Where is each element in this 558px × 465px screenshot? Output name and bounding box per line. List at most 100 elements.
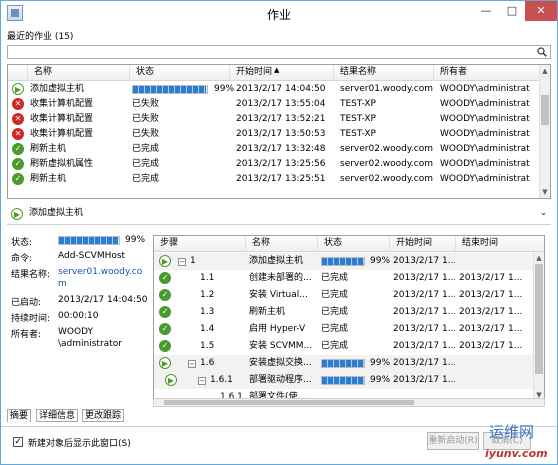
cell-step: 1 [190, 256, 196, 266]
cell-step-end: 2013/2/17 1... [459, 273, 523, 283]
jobs-grid[interactable]: 名称 状态 开始时间 ▲ 结果名称 所有者 ▶ 添加虚拟主机 99% 2013/2/1… [7, 64, 551, 199]
column-header-result-name[interactable]: 结果名称 [334, 65, 434, 81]
show-window-checkbox-label[interactable]: 新建对象后显示此窗口(S) [28, 436, 131, 449]
prop-started-label: 已启动: [11, 298, 42, 308]
cell-step-start: 2013/2/17 1... [393, 290, 455, 300]
cell-status: 已完成 [132, 159, 160, 169]
scroll-thumb[interactable] [164, 400, 414, 405]
close-button[interactable]: ✕ [525, 1, 557, 21]
collapse-icon[interactable]: − [188, 360, 196, 368]
scroll-up-icon[interactable]: ▲ [534, 253, 544, 263]
search-input[interactable] [7, 45, 551, 59]
column-header-step-start[interactable]: 开始时间 [390, 236, 456, 252]
cell-status: 已失败 [132, 129, 160, 139]
table-row[interactable]: ✕ 收集计算机配置 已失败 2013/2/17 13:50:53 TEST-XP WOOD… [8, 127, 541, 142]
table-row[interactable]: ✕ 收集计算机配置 已失败 2013/2/17 13:55:04 TEST-XP WOOD… [8, 97, 541, 112]
collapse-icon[interactable]: − [178, 258, 186, 266]
collapse-chevron-icon[interactable]: ⌄ [540, 204, 547, 222]
cell-name: 添加虚拟主机 [30, 84, 85, 94]
cell-start: 2013/2/17 13:50:53 [236, 129, 326, 139]
column-header-step-end[interactable]: 结束时间 [456, 236, 544, 252]
step-progress-fill [322, 377, 364, 384]
prop-started-value: 2013/2/17 14:04:50 [58, 295, 148, 305]
cell-owner: WOODY\administrat [440, 174, 530, 184]
cell-step-status: 已完成 [321, 273, 349, 283]
cell-step-name: 安装虚拟交换... [249, 358, 312, 368]
icon-column-header[interactable] [8, 65, 28, 81]
recent-jobs-title: 最近的作业 (15) [7, 32, 74, 42]
watermark-line1: 运维网 [489, 423, 535, 441]
cell-step-status: 已完成 [321, 341, 349, 351]
table-row[interactable]: ✓ 刷新主机 已完成 2013/2/17 13:32:48 server02.woody… [8, 142, 541, 157]
scroll-up-icon[interactable]: ▲ [540, 66, 550, 76]
result-link[interactable]: server01.woody.co [58, 267, 142, 277]
table-row[interactable]: ✓ 刷新虚拟机属性 已完成 2013/2/17 13:25:56 server02.wo… [8, 157, 541, 172]
minimize-button[interactable]: — [473, 1, 499, 21]
table-row[interactable] [8, 187, 541, 196]
column-header-step-status[interactable]: 状态 [318, 236, 390, 252]
scroll-down-icon[interactable]: ▼ [540, 187, 550, 197]
column-header-step-name[interactable]: 名称 [246, 236, 318, 252]
step-row[interactable]: ✓ 1.1 创建未部署的... 已完成 2013/2/17 1... 2013/2/17 … [154, 270, 535, 287]
cell-step-name: 启用 Hyper-V [249, 324, 306, 334]
result-link-cont[interactable]: m [58, 279, 67, 289]
watermark-logo: 运维网 iyunv.com [463, 421, 557, 465]
tab-change-tracking[interactable]: 更改跟踪 [82, 409, 125, 422]
cell-step-end: 2013/2/17 1... [459, 290, 523, 300]
job-progress-fill [133, 86, 207, 93]
job-progress-bar [132, 85, 208, 94]
show-window-checkbox[interactable]: ✓ [13, 437, 23, 447]
search-icon[interactable] [537, 47, 547, 57]
cell-step-start: 2013/2/17 1... [393, 341, 455, 351]
success-icon: ✓ [159, 289, 171, 301]
cell-name: 收集计算机配置 [30, 114, 94, 124]
cell-start: 2013/2/17 13:32:48 [236, 144, 326, 154]
steps-grid[interactable]: 步骤 名称 状态 开始时间 结束时间 ▶ −1 添加虚拟主机 99% 2013/2/17… [153, 235, 545, 402]
step-row[interactable]: ✓ 1.4 启用 Hyper-V 已完成 2013/2/17 1... 2013/2/17… [154, 321, 535, 338]
cell-start: 2013/2/17 13:25:51 [236, 174, 326, 184]
cell-step-status: 99% [370, 358, 391, 368]
cell-step-status: 99% [370, 256, 391, 266]
error-icon: ✕ [12, 98, 24, 110]
cell-step-name: 安装 SCVMM... [249, 341, 313, 351]
column-header-owner[interactable]: 所有者 [434, 65, 550, 81]
cell-step: 1.6.1 [210, 375, 233, 385]
cell-step-status: 已完成 [321, 290, 349, 300]
steps-horizontal-scrollbar[interactable] [153, 398, 545, 407]
step-row[interactable]: ✓ 1.5 安装 SCVMM... 已完成 2013/2/17 1... 2013/2/1… [154, 338, 535, 355]
column-header-start-time[interactable]: 开始时间 ▲ [230, 65, 334, 81]
table-row[interactable]: ✕ 收集计算机配置 已失败 2013/2/17 13:52:21 TEST-XP WOOD… [8, 112, 541, 127]
step-progress-fill [322, 258, 364, 265]
prop-status-value: 99% [125, 235, 146, 245]
column-header-name[interactable]: 名称 [28, 65, 130, 81]
tab-summary[interactable]: 摘要 [7, 409, 32, 422]
step-progress-bar [321, 359, 365, 368]
scroll-thumb[interactable] [541, 95, 549, 125]
table-row[interactable]: ▶ 添加虚拟主机 99% 2013/2/17 14:04:50 server01.woo… [8, 82, 541, 97]
cell-step: 1.1 [200, 273, 215, 283]
column-header-step[interactable]: 步骤 [154, 236, 246, 252]
step-row[interactable]: ✓ 1.3 刷新主机 已完成 2013/2/17 1... 2013/2/17 1... [154, 304, 535, 321]
success-icon: ✓ [159, 272, 171, 284]
step-row[interactable]: ▶ −1.6.1 部署驱动程序... 99% 2013/2/17 1... [154, 372, 535, 389]
cell-status: 已失败 [132, 114, 160, 124]
column-header-status[interactable]: 状态 [130, 65, 230, 81]
steps-scrollbar[interactable]: ▲ ▼ [533, 252, 544, 401]
tab-details[interactable]: 详细信息 [36, 409, 79, 422]
collapse-icon[interactable]: − [198, 377, 206, 385]
maximize-button[interactable]: □ [499, 1, 525, 21]
cell-step-end: 2013/2/17 1... [459, 341, 523, 351]
step-row[interactable]: ▶ −1.6 安装虚拟交换... 99% 2013/2/17 1... [154, 355, 535, 372]
cell-result: TEST-XP [340, 129, 376, 139]
step-row[interactable]: ✓ 1.2 安装 Virtual... 已完成 2013/2/17 1... 2013/2… [154, 287, 535, 304]
step-row[interactable]: ▶ −1 添加虚拟主机 99% 2013/2/17 1... [154, 253, 535, 270]
scroll-thumb[interactable] [535, 264, 543, 374]
table-row[interactable]: ✓ 刷新主机 已完成 2013/2/17 13:25:51 server02.woody… [8, 172, 541, 187]
success-icon: ✓ [159, 340, 171, 352]
prop-duration-label: 持续时间: [11, 314, 51, 324]
error-icon: ✕ [12, 128, 24, 140]
cell-owner: WOODY\administrat [440, 129, 530, 139]
jobs-scrollbar[interactable]: ▲ ▼ [539, 65, 550, 198]
cell-result: server02.woody.com [340, 159, 434, 169]
pane-splitter[interactable] [7, 224, 551, 225]
